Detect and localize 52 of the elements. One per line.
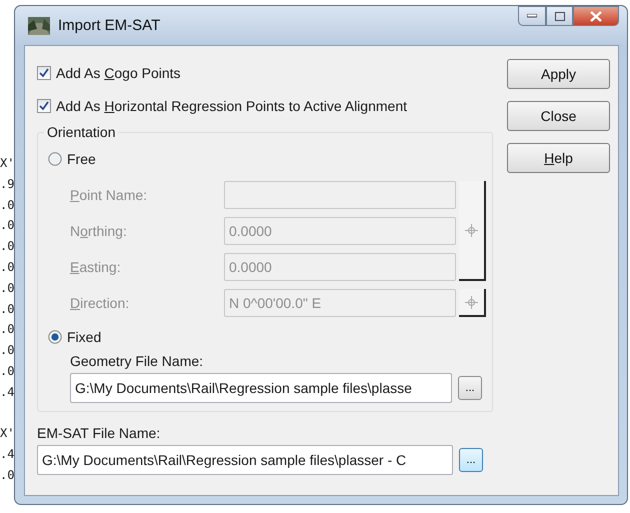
code-line: .9 xyxy=(0,176,14,193)
maximize-icon xyxy=(554,12,564,20)
code-line: .0 xyxy=(0,196,14,214)
dialog-button[interactable]: Help xyxy=(507,143,610,173)
code-line: .0 xyxy=(0,300,14,318)
field-label: Direction: xyxy=(70,295,130,311)
field-value: 0.0000 xyxy=(229,259,272,275)
crosshair-icon xyxy=(465,224,478,236)
radio-label: Fixed xyxy=(67,329,102,345)
close-icon xyxy=(590,10,602,22)
checkbox-label: Add As Horizontal Regression Points to Active Alignment xyxy=(56,98,407,114)
pick-button[interactable] xyxy=(459,289,486,317)
maximize-button[interactable] xyxy=(546,6,573,26)
code-line: .0 xyxy=(0,321,14,338)
code-line: X' xyxy=(0,425,14,442)
field-value: N 0^00'00.0" E xyxy=(229,295,322,311)
radio-label: Free xyxy=(67,151,96,167)
code-line: .0 xyxy=(0,238,14,256)
pick-button[interactable] xyxy=(459,181,486,281)
window-title: Import EM-SAT xyxy=(58,17,160,34)
group-title: Orientation xyxy=(44,124,118,140)
code-line: X' xyxy=(0,155,14,172)
browse-button[interactable]: ... xyxy=(458,376,482,400)
checkbox-label: Add As Cogo Points xyxy=(56,64,181,80)
checkbox[interactable] xyxy=(37,66,51,80)
checkbox[interactable] xyxy=(37,98,51,112)
code-line: .4 xyxy=(0,446,14,464)
browse-button[interactable]: ... xyxy=(459,448,483,472)
code-line: .0 xyxy=(0,280,14,297)
field-label: Geometry File Name: xyxy=(69,353,204,369)
file-path-field[interactable]: G:\My Documents\Rail\Regression sample files\plasser - C xyxy=(37,445,453,475)
code-line: .0 xyxy=(0,362,14,380)
code-line: .0 xyxy=(0,466,14,484)
dialog-button[interactable]: Close xyxy=(507,101,610,131)
radio-button[interactable] xyxy=(48,330,62,344)
radio-button[interactable] xyxy=(48,152,62,166)
close-button[interactable] xyxy=(573,6,619,26)
field-label: Northing: xyxy=(70,223,128,239)
file-path-field[interactable]: G:\My Documents\Rail\Regression sample files\plasse xyxy=(70,373,452,403)
code-line: .0 xyxy=(0,342,14,360)
minimize-icon xyxy=(527,14,537,18)
dialog-button[interactable]: Apply xyxy=(507,59,610,89)
field-value: 0.0000 xyxy=(229,223,272,239)
app-icon xyxy=(28,16,50,34)
minimize-button[interactable] xyxy=(518,6,546,26)
field-label: EM-SAT File Name: xyxy=(37,425,162,441)
code-line: .4 xyxy=(0,384,14,401)
field-label: Point Name: xyxy=(70,187,148,203)
code-line: .0 xyxy=(0,217,14,234)
crosshair-icon xyxy=(465,296,478,308)
field-label: Easting: xyxy=(70,259,122,275)
code-line: .0 xyxy=(0,258,14,276)
